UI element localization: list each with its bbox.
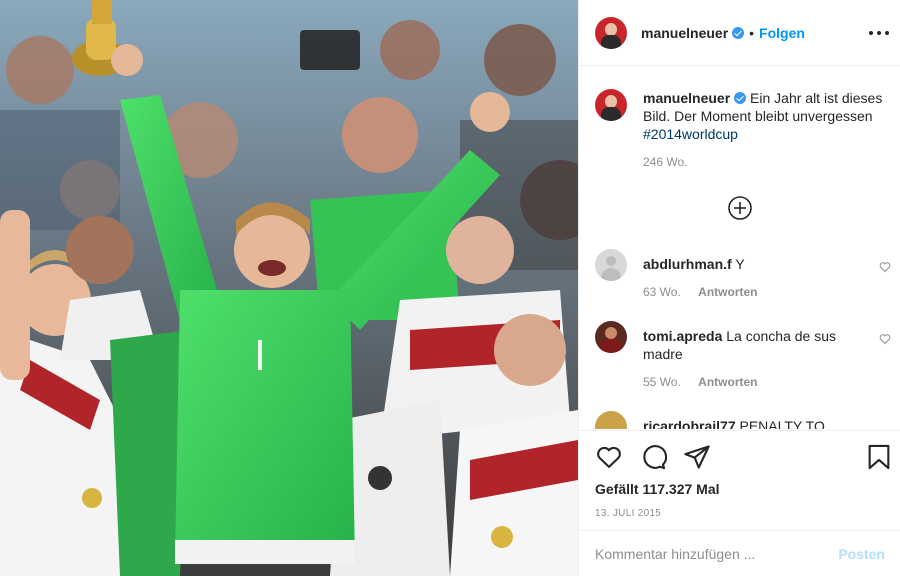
verified-icon [734,92,747,104]
comment-body: tomi.apreda La concha de sus madre [643,327,863,363]
bookmark-icon[interactable] [865,443,893,471]
comment-username[interactable]: ricardobrail77 [643,418,736,429]
avatar[interactable] [595,411,627,429]
avatar[interactable] [595,89,627,121]
comment-age[interactable]: 55 Wo. [643,375,681,389]
add-comment-bar: Posten [579,530,900,576]
post-date[interactable]: 13. JULI 2015 [595,508,661,519]
avatar[interactable] [595,249,627,281]
comment-body: abdlurhman.f Y [643,255,863,273]
reply-button[interactable]: Antworten [698,375,757,389]
avatar[interactable] [595,321,627,353]
celebration-photo [0,0,578,576]
more-icon[interactable] [869,24,889,42]
comment-meta: 63 Wo. Antworten [643,285,757,299]
comment-text: Y [735,256,745,272]
comments-list[interactable]: manuelneuer Ein Jahr alt ist dieses Bild… [579,67,900,429]
likes-count[interactable]: Gefällt 117.327 Mal [595,481,720,497]
comment-username[interactable]: abdlurhman.f [643,256,732,272]
caption-hashtag[interactable]: #2014worldcup [643,126,738,142]
avatar[interactable] [595,16,627,49]
comment-age[interactable]: 63 Wo. [643,285,681,299]
post-header: manuelneuer • Folgen [579,0,900,66]
comment-body: ricardobrail77 PENALTY TO [643,417,883,429]
plus-circle-icon[interactable] [727,195,753,221]
follow-button[interactable]: Folgen [759,25,805,41]
header-username[interactable]: manuelneuer [641,25,728,41]
separator-dot: • [749,24,755,41]
comment-meta: 55 Wo. Antworten [643,375,757,389]
header-user-line: manuelneuer • Folgen [641,25,805,41]
comment-icon[interactable] [639,443,667,471]
heart-icon[interactable] [879,261,891,273]
comment-username[interactable]: tomi.apreda [643,328,722,344]
caption-age[interactable]: 246 Wo. [643,155,687,169]
heart-icon[interactable] [595,443,623,471]
instagram-post: manuelneuer • Folgen manuelneuer Ein Jah… [0,0,900,576]
post-side-panel: manuelneuer • Folgen manuelneuer Ein Jah… [578,0,900,576]
caption-username[interactable]: manuelneuer [643,90,730,106]
share-icon[interactable] [683,443,711,471]
verified-icon [732,26,745,39]
comment-text: PENALTY TO [739,418,825,429]
post-photo[interactable] [0,0,578,576]
post-actions: Gefällt 117.327 Mal 13. JULI 2015 [579,430,900,530]
post-button[interactable]: Posten [838,546,885,562]
heart-icon[interactable] [879,333,891,345]
reply-button[interactable]: Antworten [698,285,757,299]
caption-body: manuelneuer Ein Jahr alt ist dieses Bild… [643,89,893,143]
comment-input[interactable] [595,545,839,562]
